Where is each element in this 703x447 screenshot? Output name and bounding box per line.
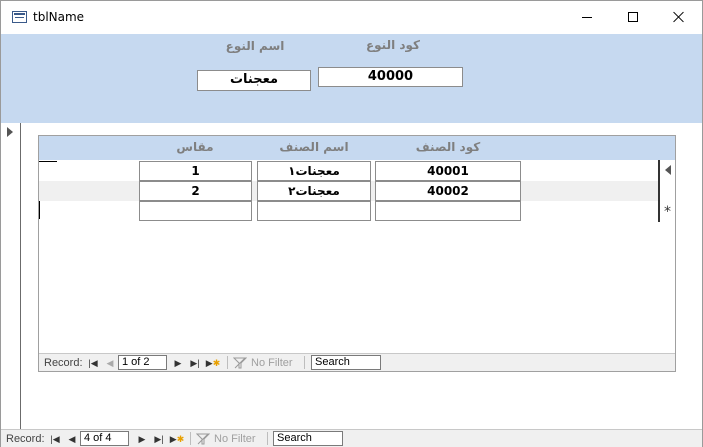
new-record-icon[interactable]: ▶✱ — [205, 356, 221, 370]
search-input[interactable]: Search — [311, 355, 381, 370]
record-label: Record: — [6, 433, 45, 445]
form-navigation-bar: Record: |◀ ◀ 4 of 4 ▶ ▶| ▶✱ No Filter Se… — [1, 429, 702, 447]
minimize-button[interactable] — [564, 1, 610, 33]
no-filter-button[interactable]: No Filter — [251, 356, 293, 370]
previous-record-icon[interactable]: ◀ — [104, 356, 116, 370]
close-icon — [673, 11, 685, 23]
nav-separator — [227, 356, 228, 369]
item-name-cell[interactable]: معجنات٢ — [257, 181, 371, 201]
current-record-arrow-icon — [7, 127, 13, 137]
column-header-size: مقاس — [176, 140, 214, 154]
type-name-field[interactable]: معجنات — [197, 70, 311, 91]
funnel-icon — [196, 433, 210, 445]
row-selector[interactable] — [39, 161, 57, 162]
new-record-icon[interactable]: ▶✱ — [169, 432, 185, 446]
subform-column-headers: كود الصنف اسم الصنف مقاس — [39, 136, 675, 160]
table-row[interactable]: 40002 معجنات٢ 2 — [39, 181, 658, 201]
item-code-cell[interactable]: 40002 — [375, 181, 521, 201]
search-input[interactable]: Search — [273, 431, 343, 446]
type-code-field[interactable]: 40000 — [318, 67, 463, 87]
no-filter-button[interactable]: No Filter — [214, 432, 256, 446]
form-window: tblName كود النوع اسم النوع 40000 معجنات… — [0, 0, 703, 447]
new-item-name-cell[interactable] — [257, 201, 371, 221]
first-record-icon[interactable]: |◀ — [49, 432, 61, 446]
maximize-button[interactable] — [610, 1, 656, 33]
record-position-input[interactable]: 1 of 2 — [118, 355, 167, 370]
close-button[interactable] — [656, 1, 702, 33]
row-selector[interactable] — [39, 201, 40, 219]
type-name-label: اسم النوع — [225, 39, 285, 53]
item-code-cell[interactable]: 40001 — [375, 161, 521, 181]
subform-record-selector-column[interactable]: * — [658, 160, 675, 222]
funnel-icon — [233, 357, 247, 369]
last-record-icon[interactable]: ▶| — [153, 432, 165, 446]
title-bar[interactable]: tblName — [1, 1, 702, 34]
record-position-input[interactable]: 4 of 4 — [80, 431, 129, 446]
maximize-icon — [628, 12, 638, 22]
new-record-star-icon: * — [664, 204, 671, 220]
items-subform: كود الصنف اسم الصنف مقاس 40001 معجنات١ 1… — [38, 135, 676, 372]
last-record-icon[interactable]: ▶| — [189, 356, 201, 370]
new-record-row[interactable] — [39, 201, 658, 221]
subform-navigation-bar: Record: |◀ ◀ 1 of 2 ▶ ▶| ▶✱ No Filter Se… — [39, 353, 675, 371]
form-record-selector[interactable] — [1, 123, 21, 429]
window-title: tblName — [33, 10, 85, 24]
first-record-icon[interactable]: |◀ — [87, 356, 99, 370]
form-header-section: كود النوع اسم النوع 40000 معجنات — [1, 34, 702, 123]
previous-record-icon[interactable]: ◀ — [66, 432, 78, 446]
nav-separator — [304, 356, 305, 369]
item-name-cell[interactable]: معجنات١ — [257, 161, 371, 181]
new-size-cell[interactable] — [139, 201, 252, 221]
current-row-arrow-icon — [665, 165, 671, 175]
nav-separator — [267, 432, 268, 445]
next-record-icon[interactable]: ▶ — [136, 432, 148, 446]
column-header-item-code: كود الصنف — [415, 140, 481, 154]
table-row[interactable]: 40001 معجنات١ 1 — [39, 161, 658, 181]
column-header-item-name: اسم الصنف — [279, 140, 349, 154]
new-item-code-cell[interactable] — [375, 201, 521, 221]
size-cell[interactable]: 2 — [139, 181, 252, 201]
size-cell[interactable]: 1 — [139, 161, 252, 181]
nav-separator — [190, 432, 191, 445]
minimize-icon — [582, 16, 592, 18]
type-code-label: كود النوع — [365, 38, 421, 52]
record-label: Record: — [44, 357, 83, 369]
table-form-icon — [12, 11, 27, 23]
next-record-icon[interactable]: ▶ — [172, 356, 184, 370]
